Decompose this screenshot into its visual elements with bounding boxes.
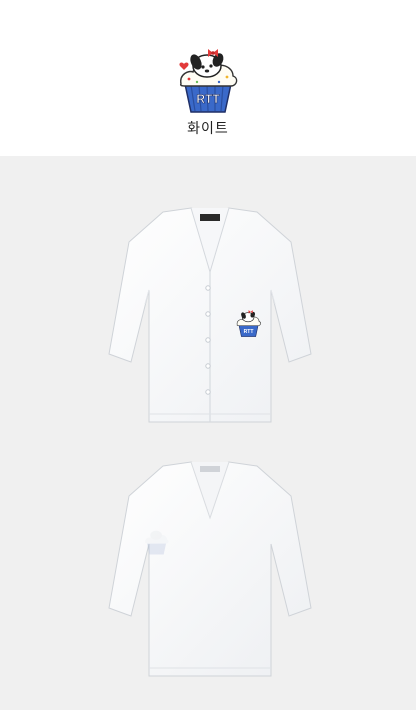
cupcake-dog-logo-icon: RTT — [179, 49, 238, 113]
cardigan-front-image: RTT — [108, 207, 312, 423]
svg-text:RTT: RTT — [196, 92, 220, 106]
product-color-page: RTT 화이트 RTT — [0, 0, 416, 710]
product-image-gallery: RTT — [0, 156, 416, 710]
color-swatch-section: RTT 화이트 — [0, 0, 416, 155]
color-name-label: 화이트 — [187, 121, 229, 137]
svg-text:RTT: RTT — [244, 329, 255, 335]
cardigan-back-image — [108, 461, 312, 677]
